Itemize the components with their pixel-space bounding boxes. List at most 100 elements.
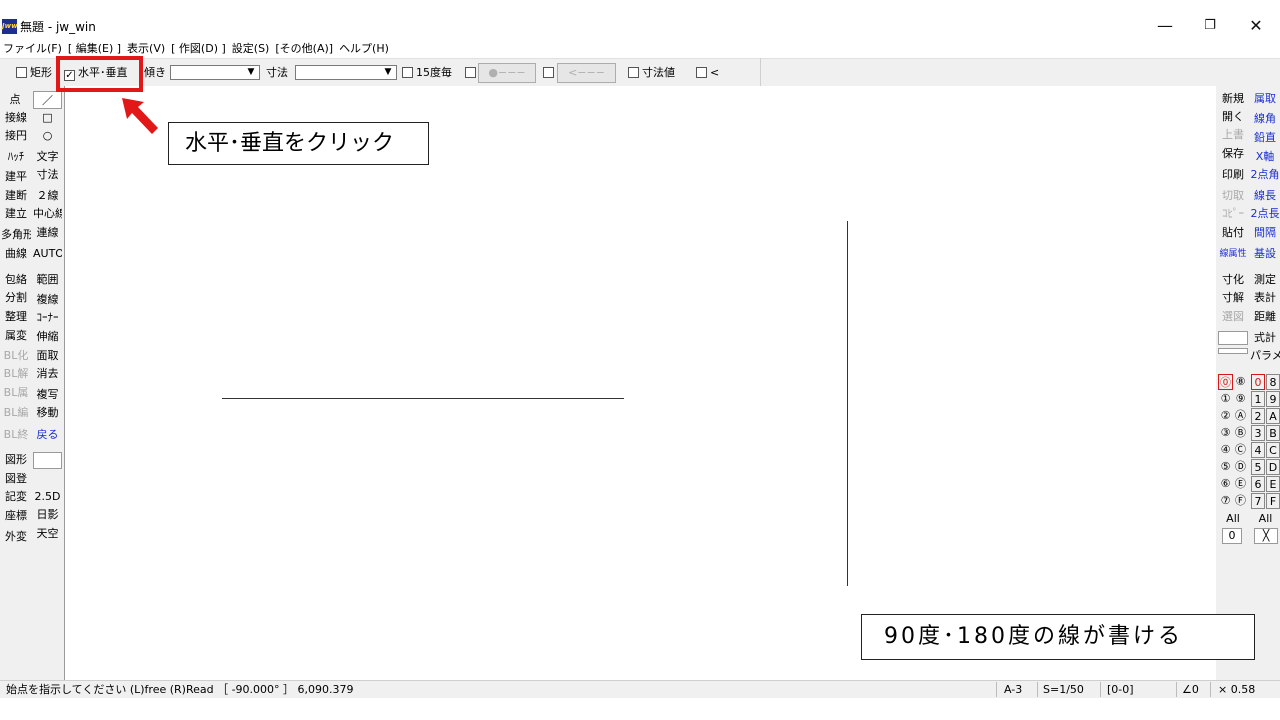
tool-chamfer[interactable]: 面取 — [33, 347, 62, 365]
tool-parallel-line[interactable]: 複線 — [33, 291, 62, 309]
layer-group-1[interactable]: ① — [1218, 391, 1233, 407]
tool-line[interactable]: ／ — [33, 91, 62, 109]
tool-circle[interactable]: ○ — [33, 127, 62, 145]
tool-figure-register[interactable]: 図登 — [1, 470, 31, 488]
layer-group-all-button[interactable]: All — [1218, 510, 1248, 528]
menu-help[interactable]: ヘルプ(H) — [336, 40, 392, 58]
tool-attr-change[interactable]: 属変 — [1, 327, 31, 345]
layer-5[interactable]: 5 — [1251, 459, 1265, 475]
tool-save[interactable]: 保存 — [1218, 145, 1248, 163]
layer-group-6[interactable]: ⑥ — [1218, 476, 1233, 492]
tool-sky[interactable]: 天空 — [33, 525, 62, 543]
tool-new[interactable]: 新規 — [1218, 90, 1248, 108]
tool-block-end[interactable]: BL終 — [1, 426, 31, 444]
tool-base-setting[interactable]: 基設 — [1250, 245, 1280, 263]
tool-blank-slot[interactable] — [33, 452, 62, 469]
close-button[interactable]: ✕ — [1236, 12, 1276, 40]
restore-button[interactable]: ❐ — [1190, 12, 1230, 40]
layer-1[interactable]: 1 — [1251, 391, 1265, 407]
tool-polygon[interactable]: 多角形 — [1, 226, 31, 244]
tool-curve[interactable]: 曲線 — [1, 245, 31, 263]
tool-overwrite[interactable]: 上書 — [1218, 126, 1248, 144]
tool-text[interactable]: 文字 — [33, 148, 62, 166]
deg15-check-box[interactable] — [402, 67, 413, 78]
dimension-select[interactable]: ▼ — [295, 65, 397, 80]
menu-draw[interactable]: [ 作図(D) ] — [168, 40, 229, 58]
dimension-value-checkbox[interactable]: 寸法値 — [628, 65, 675, 81]
tool-memory-change[interactable]: 記変 — [1, 488, 31, 506]
layer-group-8[interactable]: ⑧ — [1233, 374, 1248, 390]
tool-block-attr[interactable]: BL属 — [1, 384, 31, 402]
tool-x-axis[interactable]: X軸 — [1250, 148, 1280, 166]
tool-formula-calc[interactable]: 式計 — [1250, 329, 1280, 347]
layer-b[interactable]: B — [1266, 425, 1280, 441]
layer-group-e[interactable]: Ⓔ — [1233, 476, 1248, 492]
layer-all-button[interactable]: All — [1251, 510, 1280, 528]
tool-block-edit[interactable]: BL編 — [1, 404, 31, 422]
tool-two-point-angle[interactable]: 2点角 — [1250, 166, 1280, 184]
tool-blank-slot-2[interactable] — [1218, 348, 1248, 354]
layer-6[interactable]: 6 — [1251, 476, 1265, 492]
tool-center-line[interactable]: 中心線 — [33, 205, 62, 223]
circle-checkbox[interactable] — [465, 65, 479, 81]
layer-group-9[interactable]: ⑨ — [1233, 391, 1248, 407]
layer-group-3[interactable]: ③ — [1218, 425, 1233, 441]
layer-group-0[interactable]: ⓪ — [1218, 374, 1233, 390]
layer-group-a[interactable]: Ⓐ — [1233, 408, 1248, 424]
rect-check-box[interactable] — [16, 67, 27, 78]
layer-3[interactable]: 3 — [1251, 425, 1265, 441]
layer-group-zero-field[interactable]: 0 — [1222, 528, 1242, 544]
rect-checkbox[interactable]: 矩形 — [16, 65, 52, 81]
layer-group-5[interactable]: ⑤ — [1218, 459, 1233, 475]
layer-group-b[interactable]: Ⓑ — [1233, 425, 1248, 441]
tool-undo[interactable]: 戻る — [33, 426, 62, 444]
layer-e[interactable]: E — [1266, 476, 1280, 492]
circle-check-box[interactable] — [465, 67, 476, 78]
tool-print[interactable]: 印刷 — [1218, 166, 1248, 184]
tool-erase[interactable]: 消去 — [33, 365, 62, 383]
tool-measure[interactable]: 測定 — [1250, 271, 1280, 289]
tilt-select[interactable]: ▼ — [170, 65, 260, 80]
deg15-checkbox[interactable]: 15度毎 — [402, 65, 452, 81]
layer-f[interactable]: F — [1266, 493, 1280, 509]
tool-dimension-convert[interactable]: 寸化 — [1218, 271, 1248, 289]
tool-line-angle[interactable]: 線角 — [1250, 110, 1280, 128]
tool-range[interactable]: 範囲 — [33, 271, 62, 289]
layer-a[interactable]: A — [1266, 408, 1280, 424]
tool-2-5d[interactable]: 2.5D — [33, 488, 62, 506]
tool-divide[interactable]: 分割 — [1, 289, 31, 307]
tool-organize[interactable]: 整理 — [1, 308, 31, 326]
circle-line-button[interactable]: ●−−− — [478, 63, 536, 83]
tool-copy-clipboard[interactable]: ｺﾋﾟｰ — [1218, 205, 1248, 223]
tool-move[interactable]: 移動 — [33, 404, 62, 422]
layer-group-2[interactable]: ② — [1218, 408, 1233, 424]
layer-close-icon[interactable]: ╳ — [1254, 528, 1278, 544]
layer-group-7[interactable]: ⑦ — [1218, 493, 1233, 509]
arrow-checkbox[interactable] — [543, 65, 557, 81]
tool-open[interactable]: 開く — [1218, 108, 1248, 126]
tool-line-length[interactable]: 線長 — [1250, 187, 1280, 205]
tool-distance[interactable]: 距離 — [1250, 308, 1280, 326]
layer-0[interactable]: 0 — [1251, 374, 1265, 390]
tool-line-attribute[interactable]: 線属性 — [1218, 245, 1248, 263]
tool-figure[interactable]: 図形 — [1, 451, 31, 469]
tool-point[interactable]: 点 — [1, 91, 29, 109]
tool-tangent-circle[interactable]: 接円 — [1, 127, 31, 145]
layer-group-c[interactable]: Ⓒ — [1233, 442, 1248, 458]
dimval-check-box[interactable] — [628, 67, 639, 78]
tool-dimension-explode[interactable]: 寸解 — [1218, 289, 1248, 307]
status-angle[interactable]: ∠0 — [1182, 681, 1199, 698]
tool-plan[interactable]: 建平 — [1, 168, 31, 186]
menu-other[interactable]: [その他(A)] — [272, 40, 336, 58]
tool-stretch[interactable]: 伸縮 — [33, 328, 62, 346]
minimize-button[interactable]: — — [1145, 12, 1185, 40]
status-zoom[interactable]: × 0.58 — [1218, 681, 1255, 698]
tool-interval[interactable]: 間隔 — [1250, 224, 1280, 242]
layer-c[interactable]: C — [1266, 442, 1280, 458]
tool-continuous-line[interactable]: 連線 — [33, 224, 62, 242]
layer-4[interactable]: 4 — [1251, 442, 1265, 458]
tool-hatch[interactable]: ﾊｯﾁ — [1, 148, 31, 166]
tool-cut[interactable]: 切取 — [1218, 187, 1248, 205]
lt-check-box[interactable] — [696, 67, 707, 78]
layer-group-d[interactable]: Ⓓ — [1233, 459, 1248, 475]
